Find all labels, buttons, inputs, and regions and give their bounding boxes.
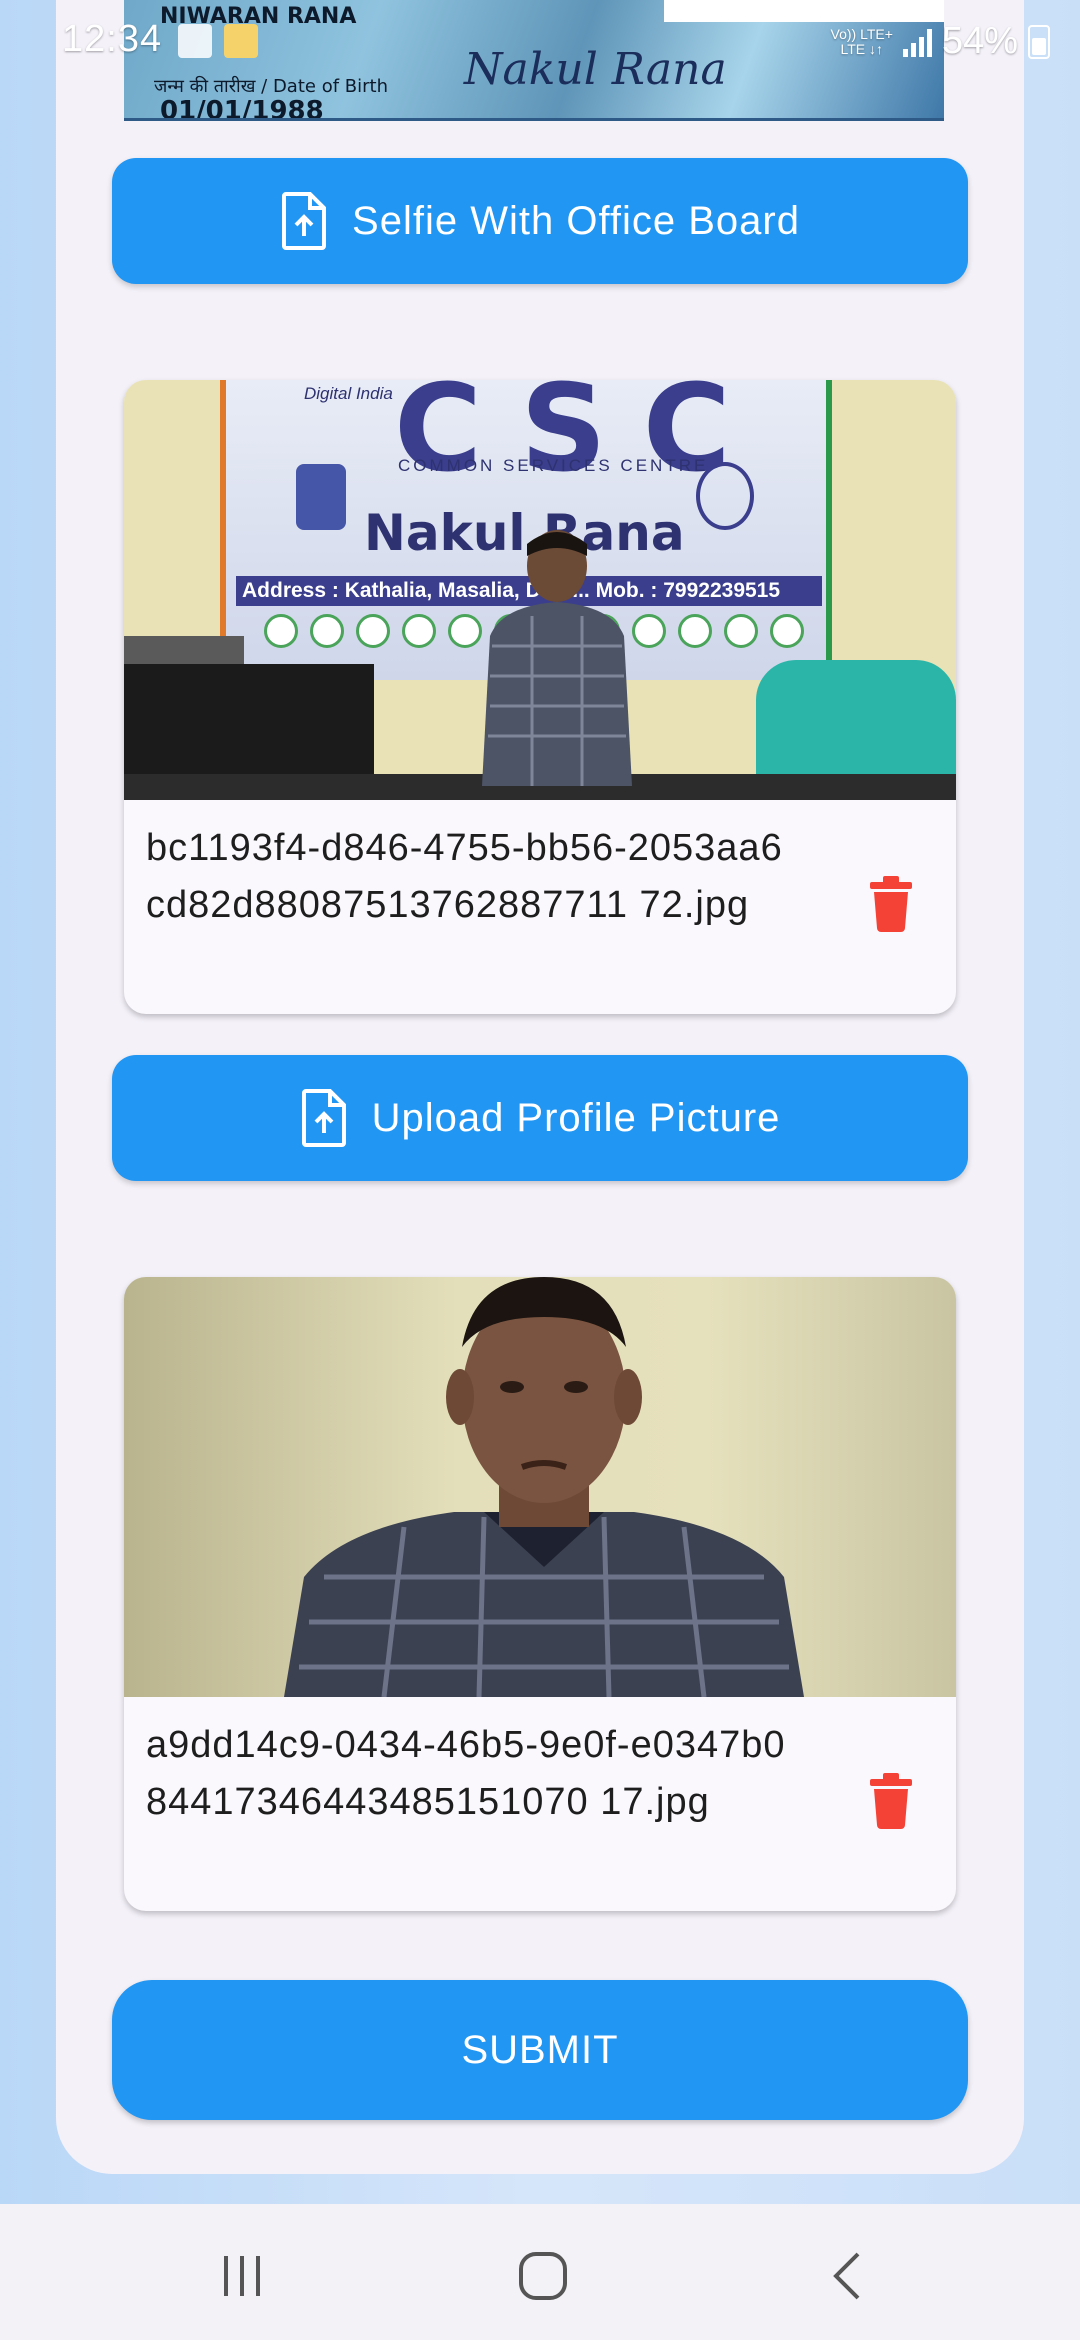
status-bar: 12:34 Vo)) LTE+ LTE ↓↑ 54%	[0, 0, 1080, 84]
printer	[124, 636, 244, 666]
trash-icon[interactable]	[870, 876, 912, 932]
profile-file-row: a9dd14c9-0434-46b5-9e0f-e0347b0844173464…	[124, 1697, 956, 1911]
network-type-top: Vo)) LTE+	[830, 25, 893, 42]
signal-icon	[902, 27, 932, 57]
selfie-file-row: bc1193f4-d846-4755-bb56-2053aa6cd82d8808…	[124, 800, 956, 1014]
navigation-bar	[0, 2204, 1080, 2340]
clock: 12:34	[62, 18, 163, 60]
selfie-photo-card: Digital India CSC COMMON SERVICES CENTRE…	[124, 380, 956, 1014]
selfie-filename: bc1193f4-d846-4755-bb56-2053aa6cd82d8808…	[146, 827, 783, 926]
file-upload-icon	[282, 192, 327, 250]
banner-digital-india: Digital India	[304, 384, 393, 403]
network-type-bottom: LTE ↓↑	[840, 40, 883, 57]
profile-button-label: Upload Profile Picture	[371, 1095, 781, 1140]
upload-profile-picture-button[interactable]: Upload Profile Picture	[112, 1055, 968, 1181]
person-portrait	[284, 1277, 804, 1697]
digipay-logo	[296, 464, 346, 530]
home-icon[interactable]	[513, 2248, 573, 2304]
selfie-button-label: Selfie With Office Board	[352, 198, 800, 243]
profile-filename: a9dd14c9-0434-46b5-9e0f-e0347b0844173464…	[146, 1724, 786, 1823]
back-icon[interactable]	[818, 2248, 878, 2304]
id-card-dob: 01/01/1988	[160, 96, 324, 121]
recents-icon[interactable]	[212, 2248, 272, 2304]
irctc-logo	[696, 462, 754, 530]
banner-subtitle: COMMON SERVICES CENTRE	[398, 456, 709, 475]
battery-icon	[1028, 24, 1050, 59]
trash-icon[interactable]	[870, 1773, 912, 1829]
submit-button[interactable]: SUBMIT	[112, 1980, 968, 2120]
selfie-with-office-board-button[interactable]: Selfie With Office Board	[112, 158, 968, 284]
notification-icons	[178, 24, 258, 58]
app-notification-icon	[224, 24, 258, 58]
network-indicator: Vo)) LTE+ LTE ↓↑	[830, 25, 893, 57]
file-upload-icon	[301, 1089, 346, 1147]
selfie-photo: Digital India CSC COMMON SERVICES CENTRE…	[124, 380, 956, 800]
person-figure	[482, 530, 632, 786]
gallery-notification-icon	[178, 24, 212, 58]
battery-percent: 54%	[941, 20, 1018, 62]
profile-photo	[124, 1277, 956, 1697]
status-right: Vo)) LTE+ LTE ↓↑ 54%	[831, 20, 1050, 63]
profile-photo-card: a9dd14c9-0434-46b5-9e0f-e0347b0844173464…	[124, 1277, 956, 1911]
